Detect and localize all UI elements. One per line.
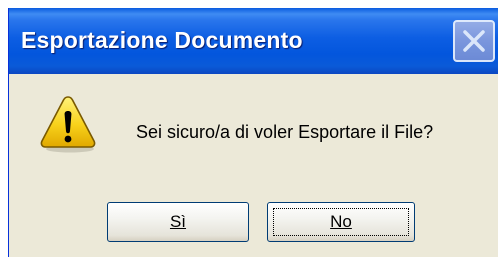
dialog-title: Esportazione Documento <box>21 27 303 53</box>
title-bar[interactable]: Esportazione Documento <box>9 8 498 74</box>
dialog-window: Esportazione Documento Sei sicuro/a di v… <box>8 8 498 257</box>
yes-button-label: Sì <box>169 212 187 231</box>
warning-icon <box>40 96 96 153</box>
no-button[interactable]: No <box>267 202 415 242</box>
confirmation-message: Sei sicuro/a di voler Esportare il File? <box>136 122 434 142</box>
no-button-label: No <box>330 212 352 231</box>
close-button[interactable] <box>453 20 495 62</box>
yes-button[interactable]: Sì <box>107 202 249 242</box>
close-icon <box>463 30 485 52</box>
dialog-body: Sei sicuro/a di voler Esportare il File?… <box>9 74 498 257</box>
